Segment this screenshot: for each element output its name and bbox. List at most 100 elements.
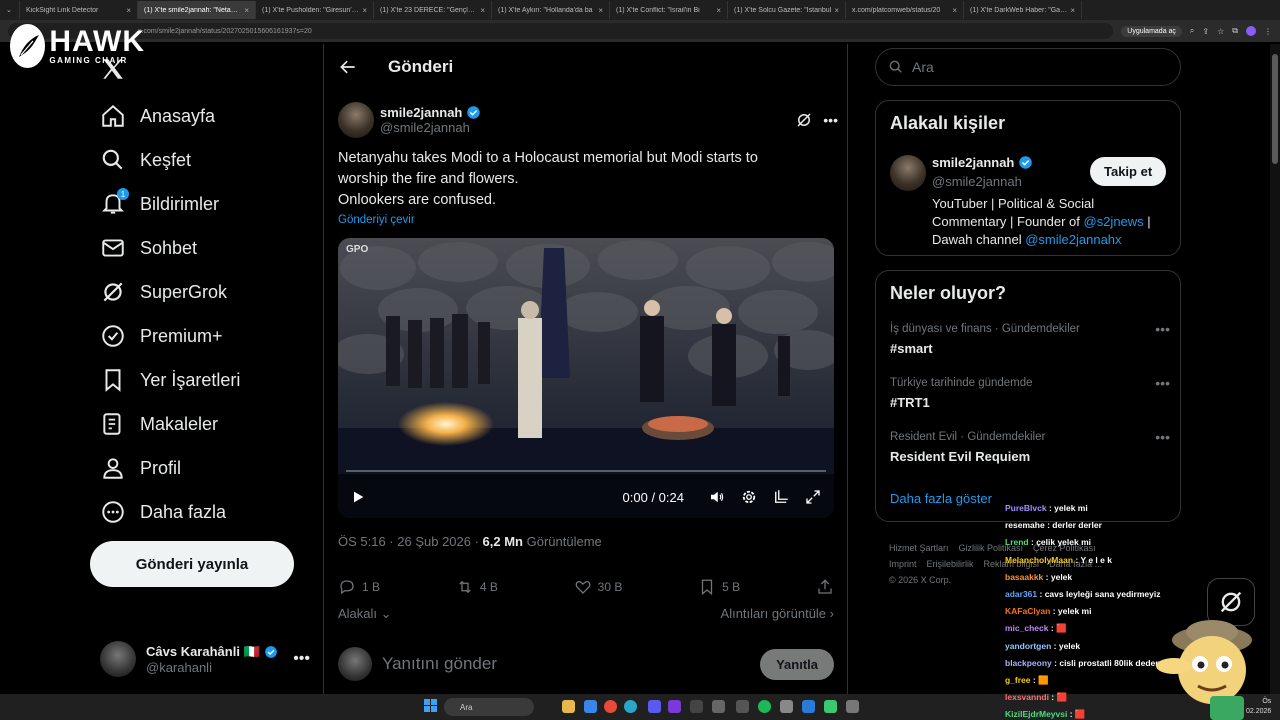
volume-icon[interactable] [708, 488, 726, 506]
app-icon[interactable] [802, 700, 815, 713]
tweet-author-handle[interactable]: @smile2jannah [380, 120, 481, 135]
sidebar-item-mail[interactable]: Sohbet [100, 230, 197, 266]
browser-tab[interactable]: KickSight Link Detector × [20, 1, 138, 19]
search-input[interactable]: Ara [875, 48, 1181, 86]
menu-icon[interactable]: ⋮ [1264, 27, 1272, 36]
edge-icon[interactable] [624, 700, 637, 713]
view-quotes-link[interactable]: Alıntıları görüntüle › [721, 606, 834, 622]
settings-gear-icon[interactable] [740, 488, 758, 506]
bio-link[interactable]: @s2jnews [1084, 214, 1144, 229]
sidebar-item-bell[interactable]: 1 Bildirimler [100, 186, 219, 222]
sidebar-item-article[interactable]: Makaleler [100, 406, 218, 442]
sidebar-item-search[interactable]: Keşfet [100, 142, 191, 178]
browser-tab[interactable]: (1) X'te smile2jannah: "Netanyahu × [138, 1, 256, 19]
app-icon[interactable] [846, 700, 859, 713]
more-icon[interactable]: ••• [1155, 321, 1170, 337]
spotify-icon[interactable] [758, 700, 771, 713]
app-icon[interactable] [736, 700, 749, 713]
taskbar-search[interactable]: Ara [444, 698, 534, 716]
trend-item[interactable]: İş dünyası ve finans · Gündemdekiler #sma… [890, 321, 1170, 356]
open-in-app-button[interactable]: Uygulamada aç [1121, 25, 1182, 37]
close-tab-icon[interactable]: × [952, 6, 957, 15]
sidebar-item-bookmark[interactable]: Yer İşaretleri [100, 362, 240, 398]
sidebar-item-more-circle[interactable]: Daha fazla [100, 494, 226, 530]
translate-link[interactable]: Gönderiyi çevir [338, 214, 415, 226]
browser-tab[interactable]: (1) X'te DarkWeb Haber: "Galat × [964, 1, 1082, 19]
sidebar-item-verified[interactable]: Premium+ [100, 318, 223, 354]
close-tab-icon[interactable]: × [834, 6, 839, 15]
browser-tab[interactable]: (1) X'te Aykırı: "Hollanda'da ba × [492, 1, 610, 19]
person-handle[interactable]: @smile2jannah [932, 174, 1022, 189]
url-field[interactable]: x.com/smile2jannah/status/20270250156061… [8, 23, 1114, 39]
close-tab-icon[interactable]: × [244, 6, 249, 15]
app-icon[interactable] [712, 700, 725, 713]
picture-in-picture-icon[interactable] [772, 488, 790, 506]
share-button[interactable] [816, 578, 834, 596]
bookmark-button[interactable]: 5 B [698, 578, 740, 596]
browser-tab[interactable]: (1) X'te Solcu Gazete: "İstanbul × [728, 1, 846, 19]
avatar[interactable] [890, 155, 926, 191]
play-icon[interactable] [350, 489, 366, 505]
more-icon[interactable]: ••• [1155, 375, 1170, 391]
avatar[interactable] [338, 102, 374, 138]
close-tab-icon[interactable]: × [1070, 6, 1075, 15]
extensions-icon[interactable]: ⧉ [1232, 26, 1238, 36]
browser-tab[interactable]: (1) X'te Conflict: "İsrail'in Bi × [610, 1, 728, 19]
footer-link[interactable]: © 2026 X Corp. [889, 575, 951, 585]
browser-tab[interactable]: x.com/platcomweb/status/20 × [846, 1, 964, 19]
trend-item[interactable]: Türkiye tarihinde gündemde #TRT1 ••• [890, 375, 1170, 410]
more-icon[interactable]: ••• [293, 650, 310, 668]
footer-link[interactable]: Imprint [889, 559, 917, 569]
person-name[interactable]: smile2jannah [932, 155, 1014, 170]
app-icon[interactable] [668, 700, 681, 713]
trend-item[interactable]: Resident Evil · Gündemdekiler Resident Ev… [890, 429, 1170, 464]
tweet-author-name[interactable]: smile2jannah [380, 105, 462, 120]
app-icon[interactable] [690, 700, 703, 713]
chrome-icon[interactable] [604, 700, 617, 713]
post-button[interactable]: Gönderi yayınla [90, 541, 294, 587]
close-tab-icon[interactable]: × [126, 6, 131, 15]
windows-start-icon[interactable] [424, 699, 438, 713]
sidebar-item-profile[interactable]: Profil [100, 450, 181, 486]
zoom-icon[interactable]: ⌕ [1190, 26, 1194, 36]
file-explorer-icon[interactable] [562, 700, 575, 713]
close-tab-icon[interactable]: × [362, 6, 367, 15]
sort-relevant-dropdown[interactable]: Alakalı ⌄ [338, 606, 392, 622]
like-button[interactable]: 30 B [574, 578, 622, 596]
browser-tab[interactable]: (1) X'te Pusholden: "Giresun'da × [256, 1, 374, 19]
app-icon[interactable] [780, 700, 793, 713]
more-icon[interactable]: ••• [1155, 429, 1170, 445]
sidebar-item-grok[interactable]: SuperGrok [100, 274, 227, 310]
back-arrow-icon[interactable] [338, 57, 358, 77]
follow-button[interactable]: Takip et [1090, 157, 1167, 186]
footer-link[interactable]: Erişilebilirlik [927, 559, 974, 569]
sidebar-item-home[interactable]: Anasayfa [100, 98, 215, 134]
share-icon[interactable]: ⇪ [1202, 27, 1209, 36]
app-icon[interactable] [824, 700, 837, 713]
repost-button[interactable]: 4 B [456, 578, 498, 596]
show-more-link[interactable]: Daha fazla göster [890, 491, 992, 506]
fullscreen-icon[interactable] [804, 488, 822, 506]
more-icon[interactable]: ••• [823, 112, 838, 128]
app-icon[interactable] [648, 700, 661, 713]
reply-button[interactable]: 1 B [338, 578, 380, 596]
tweet-timestamp[interactable]: ÖS 5:16 · 26 Şub 2026 · [338, 534, 483, 549]
reply-submit-button[interactable]: Yanıtla [760, 648, 834, 680]
close-tab-icon[interactable]: × [716, 6, 721, 15]
close-tab-icon[interactable]: × [480, 6, 485, 15]
star-icon[interactable]: ☆ [1217, 27, 1224, 36]
browser-tab[interactable]: (1) X'te 23 DERECE: "Gençler g × [374, 1, 492, 19]
reply-input[interactable]: Yanıtını gönder [382, 654, 497, 674]
tab-list-icon[interactable]: ⌄ [0, 1, 20, 19]
grok-icon[interactable] [795, 111, 813, 129]
bio-link[interactable]: @smile2jannahx [1025, 232, 1121, 247]
page-scrollbar[interactable] [1270, 44, 1280, 694]
video-player[interactable]: GPO 0:00 / 0:24 [338, 238, 834, 518]
video-progress-bar[interactable] [346, 470, 826, 472]
close-tab-icon[interactable]: × [598, 6, 603, 15]
profile-avatar[interactable] [1246, 26, 1256, 36]
scrollbar-thumb[interactable] [1272, 54, 1278, 164]
account-switcher[interactable]: Câvs Karahânli 🇮🇹 @karahanli ••• [100, 634, 310, 684]
store-icon[interactable] [584, 700, 597, 713]
footer-link[interactable]: Hizmet Şartları [889, 543, 949, 553]
